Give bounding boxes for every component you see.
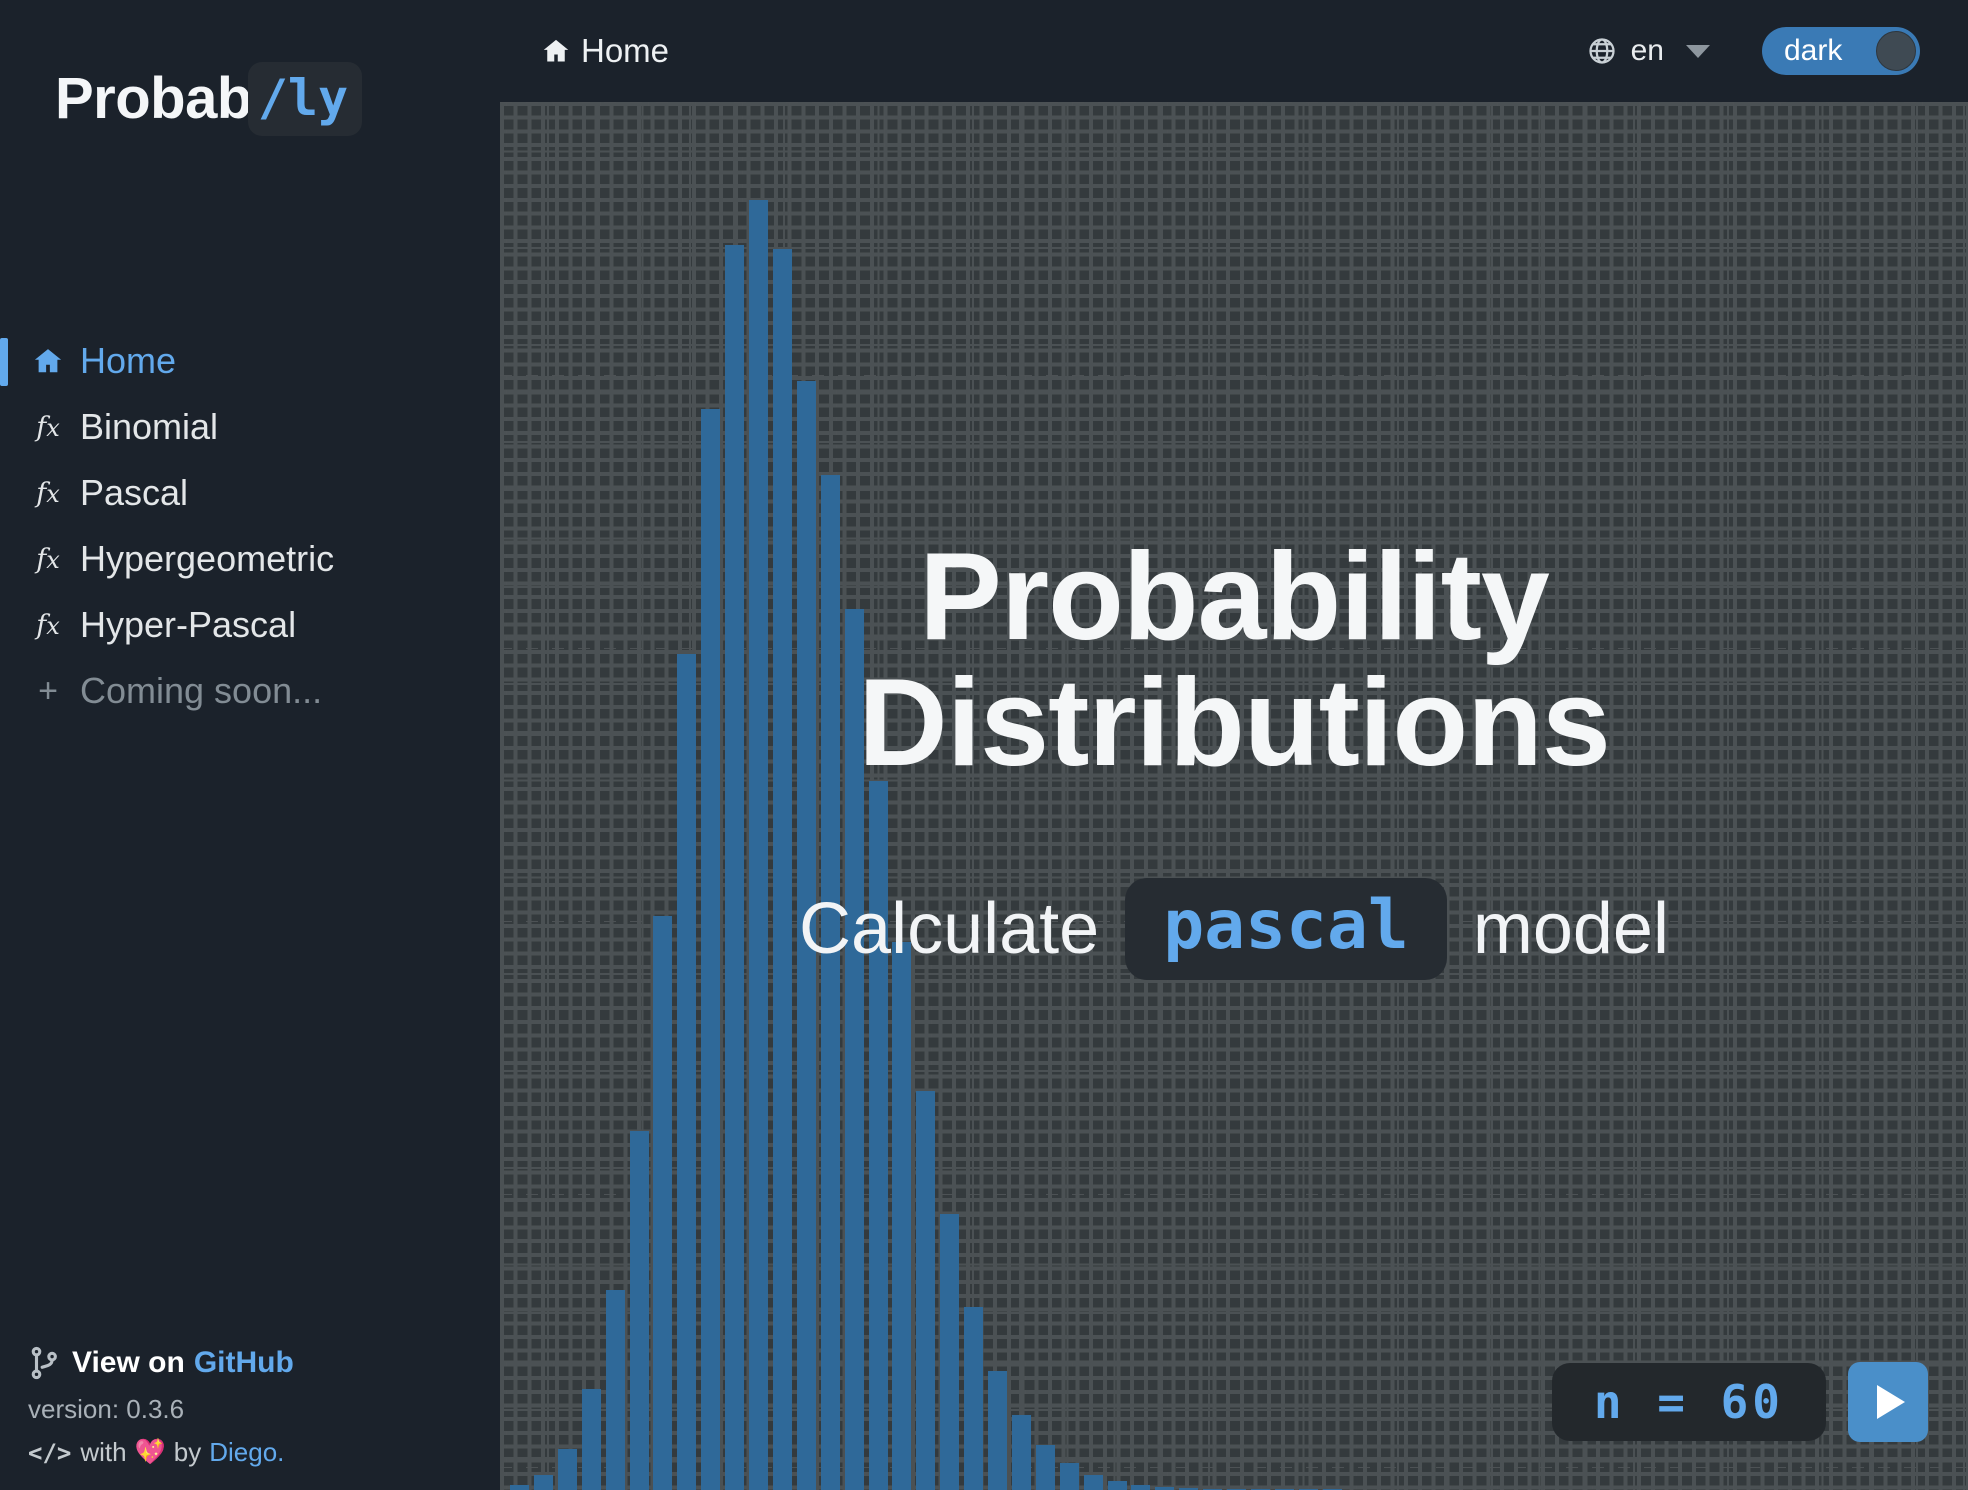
histogram-bar	[988, 1371, 1007, 1490]
histogram-bar	[940, 1213, 960, 1490]
model-name: pascal	[1163, 886, 1409, 966]
github-row[interactable]: View on GitHub	[28, 1346, 468, 1380]
chart-controls: n = 60	[1551, 1362, 1928, 1442]
app-logo[interactable]: Probab /ly	[55, 62, 363, 136]
globe-icon	[1587, 36, 1617, 66]
code-icon: </>	[28, 1438, 72, 1467]
theme-toggle[interactable]: dark	[1762, 27, 1920, 75]
hero-subtitle: Calculate pascal model	[799, 878, 1669, 981]
histogram-bars	[500, 102, 1968, 1490]
histogram-bar	[892, 941, 912, 1490]
fx-icon: 𝑓x	[36, 477, 60, 509]
sidebar-item-label: Binomial	[80, 406, 219, 447]
home-icon	[542, 37, 570, 65]
sidebar-item-label: Pascal	[80, 472, 189, 513]
by-label: by	[173, 1437, 202, 1467]
app-root: Probab /ly Home 𝑓x Binomial 𝑓x Pascal 𝑓x…	[0, 0, 1968, 1490]
histogram-bar	[533, 1474, 553, 1490]
top-bar-actions: en dark	[1587, 27, 1920, 75]
github-link[interactable]: GitHub	[194, 1346, 294, 1380]
histogram-bar	[581, 1389, 601, 1490]
git-branch-icon	[28, 1346, 62, 1380]
histogram-bar	[1011, 1415, 1031, 1490]
fx-icon: 𝑓x	[36, 609, 60, 641]
sidebar-item-coming-soon: + Coming soon...	[0, 658, 500, 724]
histogram-bar	[772, 249, 792, 1490]
sidebar-item-hyper-pascal[interactable]: 𝑓x Hyper-Pascal	[0, 592, 500, 658]
histogram-bar	[605, 1290, 625, 1490]
sidebar-item-pascal[interactable]: 𝑓x Pascal	[0, 460, 500, 526]
histogram-bar	[964, 1306, 984, 1490]
chevron-down-icon	[1686, 44, 1710, 58]
histogram-bar	[844, 608, 864, 1490]
model-chip[interactable]: pascal	[1125, 878, 1447, 981]
version-text: version: 0.3.6	[28, 1394, 185, 1424]
histogram-bar	[1083, 1474, 1103, 1490]
hero-post-word: model	[1472, 889, 1669, 970]
sidebar-item-label: Coming soon...	[80, 670, 323, 711]
sidebar-item-label: Home	[80, 340, 177, 381]
breadcrumb-label: Home	[581, 32, 670, 69]
author-link[interactable]: Diego.	[209, 1437, 284, 1468]
play-icon	[1877, 1385, 1905, 1419]
language-code: en	[1630, 34, 1664, 67]
fx-icon: 𝑓x	[36, 411, 60, 443]
sidebar-item-hypergeometric[interactable]: 𝑓x Hypergeometric	[0, 526, 500, 592]
sidebar-nav: Home 𝑓x Binomial 𝑓x Pascal 𝑓x Hypergeome…	[0, 328, 500, 724]
n-value-label: n = 60	[1593, 1375, 1784, 1429]
logo-accent-text: /ly	[257, 69, 349, 127]
histogram-bar	[653, 915, 673, 1490]
theme-toggle-knob	[1876, 31, 1916, 71]
histogram-bar	[629, 1131, 649, 1490]
histogram-bar	[1131, 1484, 1151, 1490]
histogram-bar	[677, 654, 697, 1490]
plus-icon: +	[38, 672, 58, 710]
histogram-bar	[701, 408, 721, 1490]
logo-accent-badge: /ly	[247, 62, 363, 136]
fx-icon: 𝑓x	[36, 543, 60, 575]
language-selector[interactable]: en	[1587, 34, 1710, 68]
sidebar-item-label: Hypergeometric	[80, 538, 335, 579]
sidebar-item-home[interactable]: Home	[0, 328, 500, 394]
sidebar-item-binomial[interactable]: 𝑓x Binomial	[0, 394, 500, 460]
histogram-bar	[749, 200, 768, 1490]
n-value-pill[interactable]: n = 60	[1551, 1363, 1826, 1441]
theme-toggle-label: dark	[1784, 34, 1843, 67]
heart-icon: 💖	[134, 1438, 166, 1466]
histogram-bar	[820, 474, 840, 1490]
main-area: Home en dark Probability Distributions C…	[500, 0, 1968, 1490]
hero-pre-word: Calculate	[799, 889, 1100, 970]
made-by-row: </> with 💖 by Diego.	[28, 1437, 468, 1468]
sidebar: Probab /ly Home 𝑓x Binomial 𝑓x Pascal 𝑓x…	[0, 0, 500, 1490]
play-button[interactable]	[1848, 1362, 1928, 1442]
logo-primary-text: Probab	[55, 66, 252, 131]
histogram-bar	[1035, 1444, 1055, 1490]
made-with-label: with	[80, 1437, 127, 1467]
histogram-bar	[916, 1091, 936, 1490]
sidebar-footer: View on GitHub version: 0.3.6 </> with 💖…	[28, 1346, 468, 1468]
histogram-bar	[510, 1484, 529, 1490]
top-bar: Home en dark	[500, 0, 1968, 102]
histogram-bar	[1107, 1480, 1127, 1490]
histogram-bar	[725, 245, 745, 1490]
breadcrumb[interactable]: Home	[542, 32, 669, 70]
histogram-bar	[557, 1448, 577, 1490]
chart-canvas: Probability Distributions Calculate pasc…	[500, 102, 1968, 1490]
github-label: View on	[72, 1346, 185, 1379]
home-icon	[30, 346, 66, 376]
sidebar-item-label: Hyper-Pascal	[80, 604, 297, 645]
histogram-bar	[1059, 1462, 1079, 1490]
